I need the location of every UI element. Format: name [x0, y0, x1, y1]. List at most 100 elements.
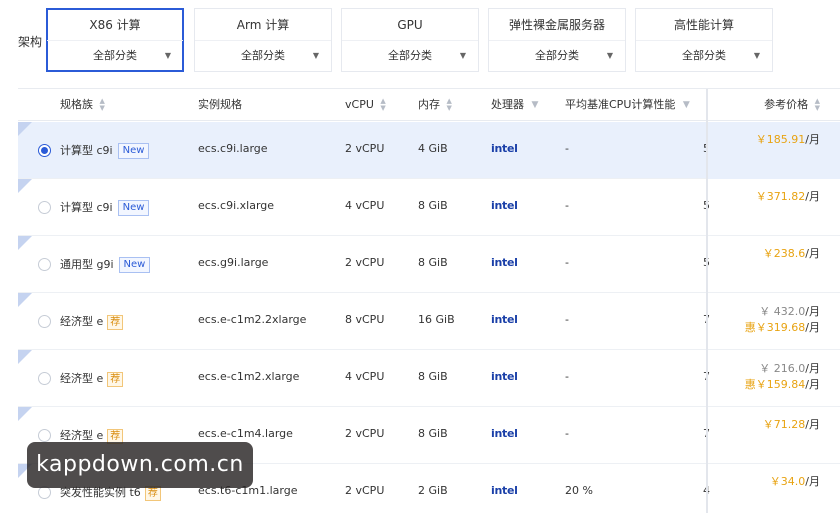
filter-icon[interactable]: ▼ — [683, 89, 690, 121]
baseline-cell: - — [565, 370, 569, 383]
chevron-down-icon: ▼ — [164, 51, 171, 60]
original-price-value: ￥ 216.0 — [759, 362, 806, 375]
row-radio[interactable] — [38, 315, 51, 328]
arch-card-title[interactable]: GPU — [342, 9, 478, 41]
price-value: ￥185.91 — [755, 133, 806, 146]
intel-logo: intel — [491, 427, 518, 440]
price-value: ￥371.82 — [755, 190, 806, 203]
intel-logo: intel — [491, 199, 518, 212]
price-unit: /月 — [805, 378, 820, 391]
family-name: 计算型 c9i — [60, 201, 113, 214]
spec-cell: ecs.e-c1m2.xlarge — [198, 370, 300, 383]
price-value: ￥71.28 — [762, 418, 806, 431]
intel-logo: intel — [491, 256, 518, 269]
memory-cell: 8 GiB — [418, 256, 448, 269]
header-family-label: 规格族 — [60, 98, 93, 111]
header-vcpu[interactable]: vCPU ▲ ▼ — [345, 89, 386, 121]
price-cell: ￥71.28/月 — [763, 416, 820, 432]
chevron-down-icon: ▼ — [312, 51, 319, 60]
price-unit: /月 — [805, 133, 820, 146]
header-family[interactable]: 规格族 ▲ ▼ — [60, 89, 105, 121]
filter-icon[interactable]: ▼ — [532, 89, 539, 121]
header-processor[interactable]: 处理器 ▼ — [491, 89, 538, 121]
new-badge: New — [117, 200, 150, 216]
intel-logo: intel — [491, 370, 518, 383]
family-cell: 经济型 e荐 — [60, 313, 124, 330]
spec-cell: ecs.e-c1m2.2xlarge — [198, 313, 307, 326]
family-name: 计算型 c9i — [60, 144, 113, 157]
price-unit: /月 — [805, 321, 820, 334]
price-value: ￥34.0 — [769, 475, 806, 488]
spec-cell: ecs.c9i.large — [198, 142, 268, 155]
chevron-down-icon: ▼ — [459, 51, 466, 60]
family-name: 通用型 g9i — [60, 258, 114, 271]
discount-price: 惠￥319.68/月 — [745, 319, 820, 335]
memory-cell: 2 GiB — [418, 484, 448, 497]
price-value: ￥159.84 — [755, 378, 806, 391]
baseline-cell: - — [565, 142, 569, 155]
row-radio[interactable] — [38, 258, 51, 271]
memory-cell: 8 GiB — [418, 370, 448, 383]
arch-card-arm[interactable]: Arm 计算 全部分类 ▼ — [194, 8, 332, 72]
family-name: 经济型 e — [60, 315, 104, 328]
arch-card-bare-metal[interactable]: 弹性裸金属服务器 全部分类 ▼ — [488, 8, 626, 72]
watermark: kappdown.com.cn — [27, 442, 253, 488]
category-select[interactable]: 全部分类 ▼ — [489, 41, 625, 71]
price-cell: ￥34.0/月 — [770, 473, 820, 489]
sort-icon[interactable]: ▲ ▼ — [380, 98, 385, 112]
new-badge: New — [118, 257, 151, 273]
price-unit: /月 — [805, 475, 820, 488]
sort-icon[interactable]: ▲ ▼ — [447, 98, 452, 112]
category-select[interactable]: 全部分类 ▼ — [47, 41, 183, 71]
original-price: ￥ 216.0/月 — [759, 360, 820, 376]
original-price: ￥ 432.0/月 — [759, 303, 820, 319]
arch-card-hpc[interactable]: 高性能计算 全部分类 ▼ — [635, 8, 773, 72]
row-radio[interactable] — [38, 372, 51, 385]
price-unit: /月 — [805, 362, 820, 375]
arch-card-title[interactable]: X86 计算 — [47, 9, 183, 41]
baseline-cell: 20 % — [565, 484, 593, 497]
row-radio[interactable] — [38, 144, 51, 157]
header-processor-label: 处理器 — [491, 98, 524, 111]
spec-cell: ecs.c9i.xlarge — [198, 199, 275, 212]
corner-marker — [18, 236, 32, 250]
discount-price: 惠￥159.84/月 — [745, 376, 820, 392]
header-memory-label: 内存 — [418, 98, 440, 111]
sort-icon[interactable]: ▲ ▼ — [100, 98, 105, 112]
vcpu-cell: 2 vCPU — [345, 256, 385, 269]
price-value: ￥319.68 — [755, 321, 806, 334]
category-select[interactable]: 全部分类 ▼ — [342, 41, 478, 71]
family-cell: 经济型 e荐 — [60, 370, 124, 387]
price-column: 参考价格 ▲ ▼ ￥185.91/月 ￥371.82/月 ￥238.6/月 ￥ 4… — [708, 89, 840, 513]
sort-icon[interactable]: ▲ ▼ — [815, 98, 820, 112]
category-select[interactable]: 全部分类 ▼ — [636, 41, 772, 71]
price-unit: /月 — [805, 247, 820, 260]
header-price-label: 参考价格 — [764, 98, 809, 111]
new-badge: New — [117, 143, 150, 159]
memory-cell: 8 GiB — [418, 427, 448, 440]
category-select[interactable]: 全部分类 ▼ — [195, 41, 331, 71]
row-radio[interactable] — [38, 201, 51, 214]
arch-card-title[interactable]: 高性能计算 — [636, 9, 772, 41]
arch-card-gpu[interactable]: GPU 全部分类 ▼ — [341, 8, 479, 72]
header-vcpu-label: vCPU — [345, 98, 374, 111]
header-memory[interactable]: 内存 ▲ ▼ — [418, 89, 452, 121]
arch-card-x86[interactable]: X86 计算 全部分类 ▼ — [46, 8, 184, 72]
arch-card-title[interactable]: Arm 计算 — [195, 9, 331, 41]
family-cell: 通用型 g9i New — [60, 256, 151, 273]
memory-cell: 8 GiB — [418, 199, 448, 212]
price-value: ￥238.6 — [762, 247, 806, 260]
header-price[interactable]: 参考价格 ▲ ▼ — [708, 89, 840, 121]
vcpu-cell: 2 vCPU — [345, 427, 385, 440]
header-baseline[interactable]: 平均基准CPU计算性能 ▼ — [565, 89, 690, 121]
memory-cell: 4 GiB — [418, 142, 448, 155]
category-select-value: 全部分类 — [535, 49, 579, 62]
corner-marker — [18, 122, 32, 136]
arch-card-title[interactable]: 弹性裸金属服务器 — [489, 9, 625, 41]
recommend-badge: 荐 — [107, 314, 124, 330]
recommend-badge: 荐 — [107, 371, 124, 387]
category-select-value: 全部分类 — [388, 49, 432, 62]
price-unit: /月 — [805, 190, 820, 203]
row-radio[interactable] — [38, 429, 51, 442]
price-unit: /月 — [805, 418, 820, 431]
